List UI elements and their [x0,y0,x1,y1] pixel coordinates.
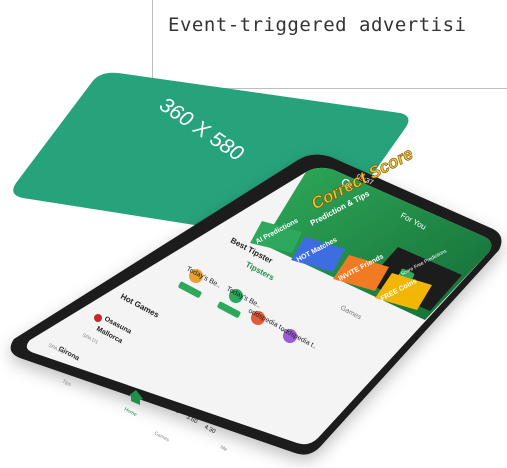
team-logo [94,314,102,322]
nav-games[interactable]: Games [153,430,170,443]
mockup-stage: 360 X 580 09:37 Correct Score Prediction… [10,72,502,455]
nav-tips[interactable]: Tips [61,378,72,388]
odd-away[interactable]: 4.30 [203,424,217,435]
nav-home[interactable]: Home [123,406,138,418]
nav-me[interactable]: Me [219,444,228,453]
